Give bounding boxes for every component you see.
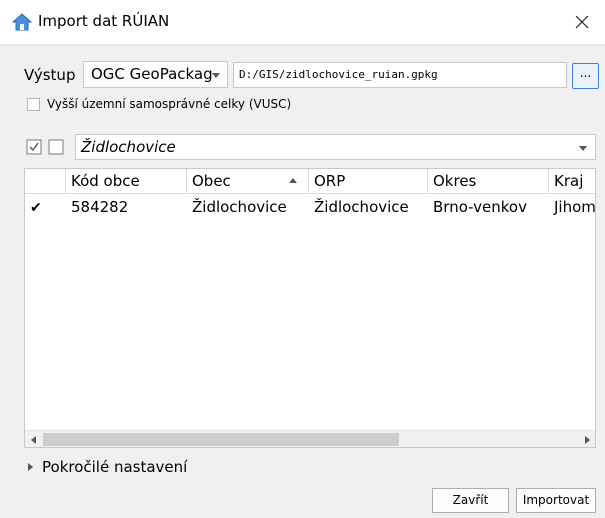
home-icon	[11, 12, 33, 32]
output-label: Výstup	[24, 66, 76, 84]
scroll-left-icon[interactable]	[25, 431, 42, 447]
municipality-table: Kód obce Obec ORP Okres Kraj ✔ 584282 Ži…	[24, 168, 596, 448]
row-check-cell[interactable]: ✔	[25, 194, 66, 220]
cell-kod-obce: 584282	[71, 198, 129, 216]
browse-button[interactable]: ...	[572, 63, 599, 89]
column-header-check[interactable]	[25, 169, 66, 193]
column-header-kraj[interactable]: Kraj	[549, 169, 595, 193]
table-row[interactable]: ✔ 584282 Židlochovice Židlochovice Brno-…	[25, 194, 596, 220]
column-header-orp[interactable]: ORP	[309, 169, 428, 193]
checkmark-icon: ✔	[30, 200, 42, 216]
municipality-filter-value: Židlochovice	[81, 138, 176, 156]
vusc-checkbox[interactable]	[27, 98, 40, 111]
close-icon	[575, 15, 589, 29]
chevron-down-icon	[579, 146, 587, 151]
title-bar: Import dat RÚIAN	[0, 0, 605, 45]
column-header-obec-label: Obec	[192, 172, 231, 190]
cell-kraj: Jihom	[554, 198, 596, 216]
output-format-select[interactable]: OGC GeoPackag	[83, 61, 228, 88]
deselect-all-icon[interactable]	[48, 139, 64, 155]
scrollbar-thumb[interactable]	[43, 433, 399, 446]
advanced-settings-label: Pokročilé nastavení	[42, 458, 188, 476]
cell-obec: Židlochovice	[192, 198, 287, 216]
close-window-button[interactable]	[559, 0, 605, 44]
import-button[interactable]: Importovat	[516, 488, 596, 513]
window-title: Import dat RÚIAN	[38, 12, 170, 30]
column-header-kod-obce[interactable]: Kód obce	[66, 169, 187, 193]
output-format-value: OGC GeoPackag	[91, 65, 213, 83]
municipality-filter-select[interactable]: Židlochovice	[75, 134, 596, 160]
vusc-label: Vyšší územní samosprávné celky (VUSC)	[47, 97, 292, 111]
select-all-icon[interactable]	[26, 139, 42, 155]
cell-okres: Brno-venkov	[433, 198, 527, 216]
cell-orp: Židlochovice	[314, 198, 409, 216]
close-button[interactable]: Zavřít	[432, 488, 509, 513]
output-path-input[interactable]: D:/GIS/zidlochovice_ruian.gpkg	[233, 62, 567, 88]
column-header-obec[interactable]: Obec	[187, 169, 309, 193]
table-header: Kód obce Obec ORP Okres Kraj	[25, 169, 595, 194]
scroll-right-icon[interactable]	[578, 431, 595, 447]
horizontal-scrollbar[interactable]	[25, 430, 595, 447]
chevron-down-icon	[212, 73, 220, 78]
column-header-okres[interactable]: Okres	[428, 169, 549, 193]
chevron-right-icon	[28, 463, 33, 471]
sort-ascending-icon	[289, 178, 297, 183]
